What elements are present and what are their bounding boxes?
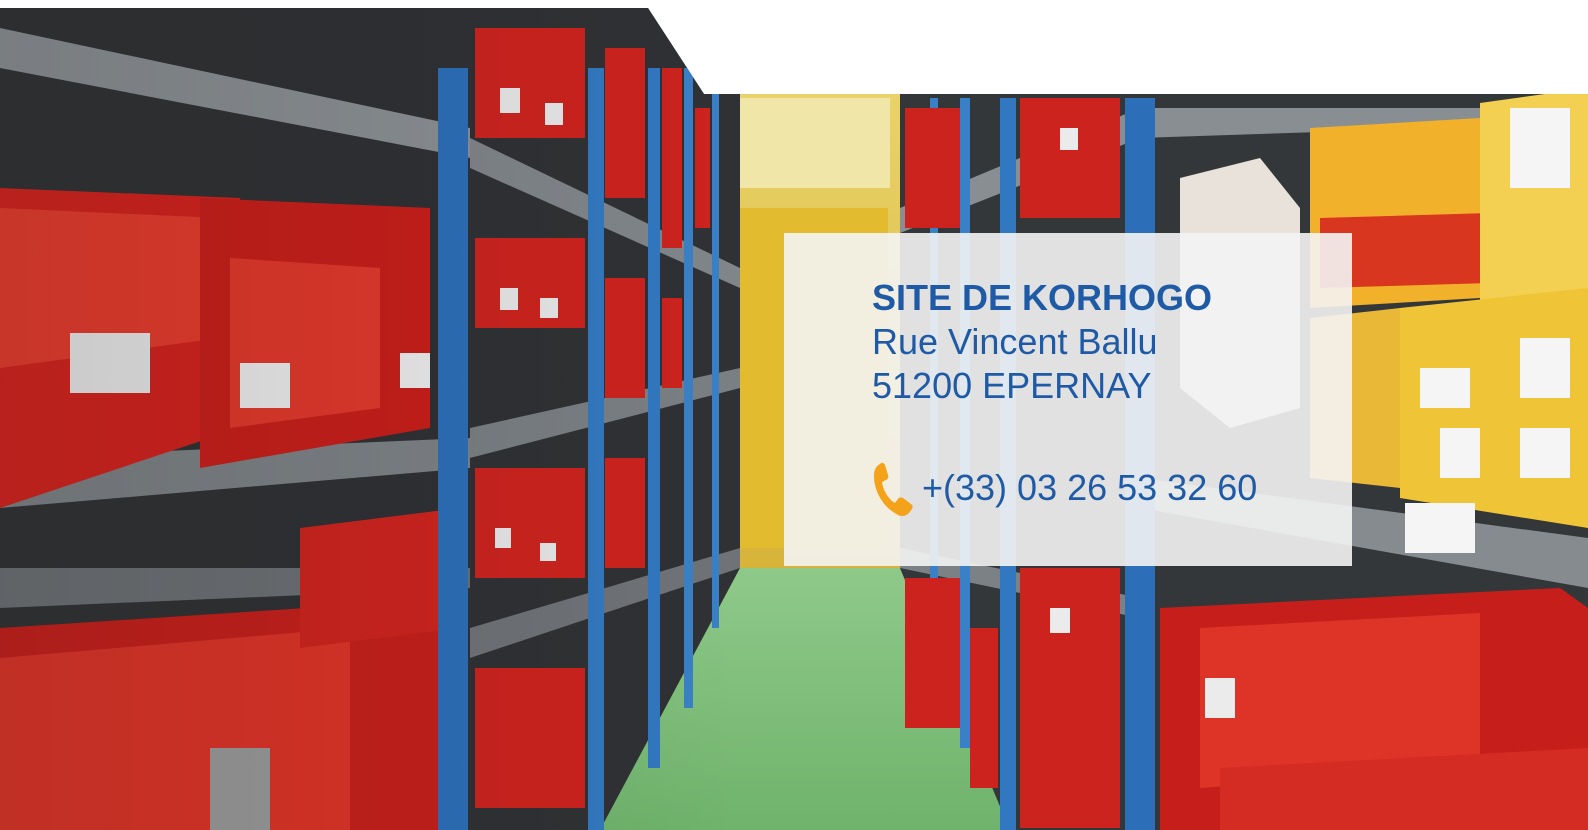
page: SITE DE KORHOGO Rue Vincent Ballu 51200 … <box>0 0 1588 830</box>
address-line-1: Rue Vincent Ballu <box>872 321 1158 362</box>
phone-row[interactable]: +(33) 03 26 53 32 60 <box>872 458 1352 518</box>
contact-card: SITE DE KORHOGO Rue Vincent Ballu 51200 … <box>784 233 1352 566</box>
address-line-2: 51200 EPERNAY <box>872 365 1152 406</box>
site-name: SITE DE KORHOGO <box>872 277 1213 318</box>
phone-number-link[interactable]: +(33) 03 26 53 32 60 <box>922 466 1257 510</box>
phone-icon <box>872 458 916 518</box>
